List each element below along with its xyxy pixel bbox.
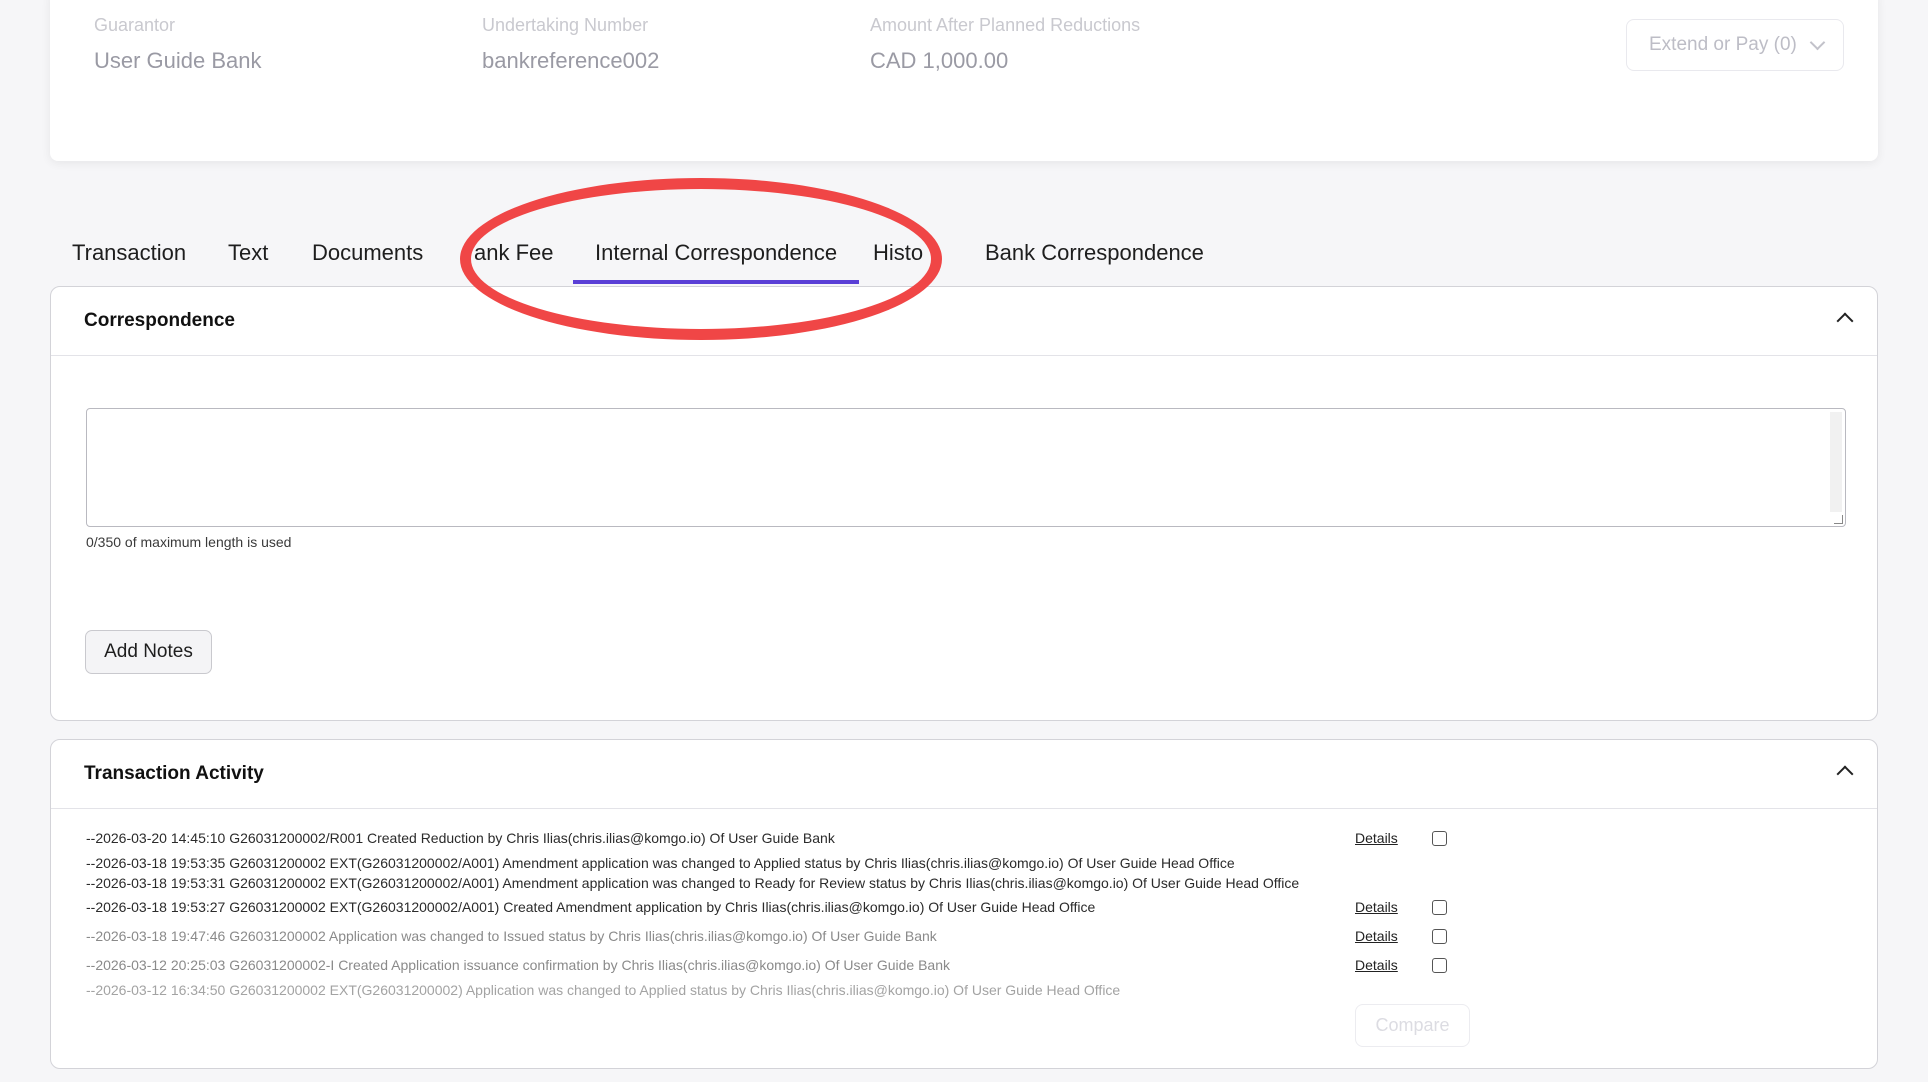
- row-checkbox[interactable]: [1432, 958, 1447, 973]
- correspondence-textarea[interactable]: [86, 408, 1846, 527]
- tab-history[interactable]: Histo: [851, 230, 945, 284]
- row-checkbox[interactable]: [1432, 900, 1447, 915]
- resize-handle-icon[interactable]: [1834, 515, 1843, 524]
- row-checkbox[interactable]: [1432, 929, 1447, 944]
- correspondence-title: Correspondence: [84, 310, 235, 331]
- correspondence-text: [87, 409, 1845, 429]
- amount-field: Amount After Planned Reductions CAD 1,00…: [870, 15, 1140, 74]
- correspondence-header[interactable]: Correspondence: [51, 287, 1877, 356]
- correspondence-panel: Correspondence 0/350 of maximum length i…: [50, 286, 1878, 721]
- extend-or-pay-label: Extend or Pay (0): [1649, 34, 1797, 55]
- textarea-scrollbar[interactable]: [1830, 412, 1842, 512]
- undertaking-number-value: bankreference002: [482, 48, 660, 73]
- character-counter: 0/350 of maximum length is used: [86, 534, 292, 550]
- details-link[interactable]: Details: [1355, 957, 1398, 973]
- activity-row: --2026-03-20 14:45:10 G26031200002/R001 …: [86, 830, 835, 846]
- undertaking-number-field: Undertaking Number bankreference002: [482, 15, 659, 74]
- tab-bank-fee[interactable]: ank Fee: [452, 230, 576, 284]
- amount-value: CAD 1,000.00: [870, 48, 1009, 73]
- amount-label: Amount After Planned Reductions: [870, 15, 1141, 35]
- row-checkbox[interactable]: [1432, 831, 1447, 846]
- add-notes-button[interactable]: Add Notes: [85, 630, 212, 674]
- activity-row: --2026-03-18 19:53:27 G26031200002 EXT(G…: [86, 899, 1096, 915]
- activity-row: --2026-03-18 19:47:46 G26031200002 Appli…: [86, 928, 937, 944]
- activity-row: --2026-03-12 20:25:03 G26031200002-I Cre…: [86, 957, 950, 973]
- tab-transaction[interactable]: Transaction: [50, 230, 208, 284]
- details-link[interactable]: Details: [1355, 830, 1398, 846]
- undertaking-number-label: Undertaking Number: [482, 15, 649, 35]
- guarantor-field: Guarantor User Guide Bank: [94, 15, 262, 74]
- details-link[interactable]: Details: [1355, 899, 1398, 915]
- undertaking-summary-card: Guarantor User Guide Bank Undertaking Nu…: [50, 0, 1878, 161]
- transaction-activity-title: Transaction Activity: [84, 763, 264, 784]
- chevron-up-icon[interactable]: [1836, 312, 1854, 330]
- compare-button[interactable]: Compare: [1355, 1004, 1470, 1047]
- transaction-activity-header[interactable]: Transaction Activity: [51, 740, 1877, 809]
- extend-or-pay-dropdown[interactable]: Extend or Pay (0): [1626, 19, 1844, 71]
- transaction-activity-panel: Transaction Activity --2026-03-20 14:45:…: [50, 739, 1878, 1069]
- chevron-up-icon[interactable]: [1836, 765, 1854, 783]
- activity-row: --2026-03-18 19:53:31 G26031200002 EXT(G…: [86, 875, 1300, 891]
- tab-documents[interactable]: Documents: [290, 230, 445, 284]
- activity-row: --2026-03-18 19:53:35 G26031200002 EXT(G…: [86, 855, 1235, 871]
- guarantor-label: Guarantor: [94, 15, 176, 35]
- activity-row: --2026-03-12 16:34:50 G26031200002 EXT(G…: [86, 982, 1121, 998]
- details-link[interactable]: Details: [1355, 928, 1398, 944]
- guarantor-value: User Guide Bank: [94, 48, 262, 73]
- tab-internal-correspondence[interactable]: Internal Correspondence: [573, 230, 860, 284]
- tab-bank-correspondence[interactable]: Bank Correspondence: [963, 230, 1226, 284]
- tab-text[interactable]: Text: [206, 230, 290, 284]
- tab-bar: Transaction Text Documents ank Fee Inter…: [50, 230, 1878, 286]
- chevron-down-icon: [1809, 34, 1826, 50]
